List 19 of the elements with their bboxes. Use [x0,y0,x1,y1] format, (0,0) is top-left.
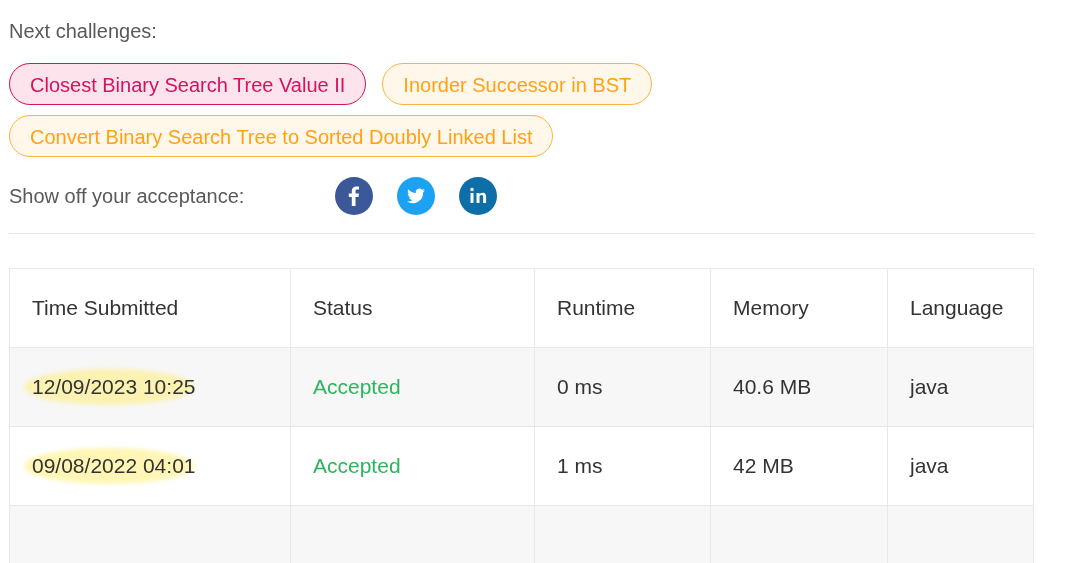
facebook-icon[interactable] [335,177,373,215]
linkedin-icon[interactable] [459,177,497,215]
table-cell: 0 ms [557,375,603,399]
status-link[interactable]: Accepted [313,454,401,478]
challenge-tag[interactable]: Inorder Successor in BST [382,63,653,105]
status-link[interactable]: Accepted [313,375,401,399]
table-cell: java [910,375,949,399]
table-cell: 1 ms [557,454,603,478]
table-cell: 09/08/2022 04:01 [32,454,196,478]
column-header: Time Submitted [31,295,180,321]
challenge-tag[interactable]: Closest Binary Search Tree Value II [9,63,367,105]
challenge-tag[interactable]: Convert Binary Search Tree to Sorted Doubly Linked List [9,115,554,157]
share-label: Show off your acceptance: [9,184,246,208]
table-cell: java [910,454,949,478]
table-cell: 42 MB [733,454,794,478]
next-challenges-label: Next challenges: [9,20,158,43]
table-cell: 40.6 MB [733,375,812,399]
table-cell: 12/09/2023 10:25 [32,375,196,399]
twitter-icon[interactable] [397,177,435,215]
